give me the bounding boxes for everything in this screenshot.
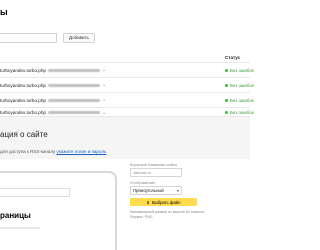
add-feed-row: Добавить xyxy=(0,33,95,43)
add-button[interactable]: Добавить xyxy=(63,33,95,43)
logo-format-note: Формат: PNG xyxy=(130,215,153,219)
chevron-down-icon[interactable]: ⌄ xyxy=(102,67,106,73)
rss-access-hint: для доступа к RSS-каналу укажите логин и… xyxy=(0,149,106,154)
logo-size-note: Минимальный размер по высоте 64 пикселя. xyxy=(130,210,206,214)
status-text: Без ошибок xyxy=(230,67,254,73)
status-badge: Без ошибок xyxy=(225,83,254,88)
blurred-text xyxy=(47,83,100,87)
display-label: Отображение xyxy=(130,180,156,185)
site-info-section: ация о сайте для доступа к RSS-каналу ук… xyxy=(0,117,250,250)
preview-heading: раницы xyxy=(0,211,31,220)
section-title: ация о сайте xyxy=(0,130,48,139)
page-title: ы xyxy=(0,7,8,17)
hint-text: для доступа к RSS-каналу xyxy=(0,149,57,154)
blurred-text xyxy=(47,111,100,114)
feed-url[interactable]: turboyandex.turbo.php xyxy=(0,83,46,88)
status-column-header: Статус xyxy=(225,55,241,60)
status-text: Без ошибок xyxy=(230,97,254,103)
choose-file-button[interactable]: ⬇ Выбрать файл xyxy=(130,198,197,206)
login-password-link[interactable]: укажите логин и пароль xyxy=(57,149,107,154)
preview-text-line xyxy=(0,227,40,229)
site-info-form: раницы Короткое название сайта Jabroot.r… xyxy=(0,159,250,250)
ok-status-icon xyxy=(225,98,228,102)
status-badge: Без ошибок xyxy=(225,68,254,73)
blurred-text xyxy=(47,98,100,102)
table-row[interactable]: turboyandex.turbo.php ⌄ Без ошибок xyxy=(0,107,254,117)
phone-preview: раницы xyxy=(0,171,117,250)
feed-url[interactable]: turboyandex.turbo.php xyxy=(0,110,46,115)
choose-file-label: Выбрать файл xyxy=(151,199,181,205)
chevron-down-icon[interactable]: ⌄ xyxy=(102,82,106,88)
status-badge: Без ошибок xyxy=(225,98,254,103)
status-text: Без ошибок xyxy=(230,82,254,88)
feed-url-input[interactable] xyxy=(0,33,57,43)
feeds-card: ы Добавить Статус turboyandex.turbo.php … xyxy=(0,0,254,117)
ok-status-icon xyxy=(225,83,228,87)
short-name-label: Короткое название сайта xyxy=(130,162,177,167)
table-row[interactable]: turboyandex.turbo.php ⌄ Без ошибок xyxy=(0,77,254,92)
status-text: Без ошибок xyxy=(230,110,254,115)
feed-url[interactable]: turboyandex.turbo.php xyxy=(0,68,46,73)
display-value: Прямоугольный xyxy=(133,188,164,193)
table-row[interactable]: turboyandex.turbo.php ⌄ Без ошибок xyxy=(0,62,254,77)
ok-status-icon xyxy=(225,111,228,114)
feed-url[interactable]: turboyandex.turbo.php xyxy=(0,98,46,103)
short-name-field[interactable]: Jabroot.ru xyxy=(130,168,182,177)
display-select[interactable]: Прямоугольный ▾ xyxy=(130,186,182,195)
ok-status-icon xyxy=(225,68,228,72)
blurred-text xyxy=(47,68,100,72)
status-badge: Без ошибок xyxy=(225,110,254,115)
preview-search-bar xyxy=(0,188,70,197)
download-icon: ⬇ xyxy=(146,199,150,205)
chevron-down-icon: ▾ xyxy=(176,188,179,193)
chevron-down-icon[interactable]: ⌄ xyxy=(102,110,106,116)
chevron-down-icon[interactable]: ⌄ xyxy=(102,97,106,103)
table-row[interactable]: turboyandex.turbo.php ⌄ Без ошибок xyxy=(0,92,254,107)
